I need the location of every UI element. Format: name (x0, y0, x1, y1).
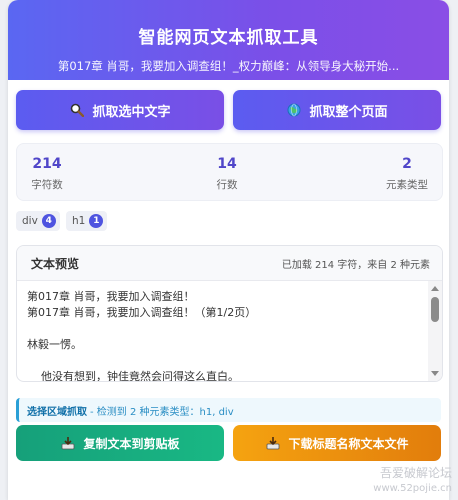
tag-name: h1 (72, 215, 86, 227)
preview-line: 第017章 肖哥，我要加入调查组！ (27, 290, 195, 303)
download-file-button[interactable]: 下载标题名称文本文件 (233, 425, 441, 461)
watermark-line2: www.52pojie.cn (373, 483, 452, 494)
grab-selected-label: 抓取选中文字 (92, 104, 171, 120)
header: 智能网页文本抓取工具 第017章 肖哥，我要加入调查组！_权力巅峰：从领导身大秘… (8, 0, 449, 80)
inbox-tray-icon (265, 435, 281, 451)
grab-page-button[interactable]: 抓取整个页面 (233, 90, 441, 130)
copy-text-button[interactable]: 复制文本到剪贴板 (16, 425, 224, 461)
page-subtitle: 第017章 肖哥，我要加入调查组！_权力巅峰：从领导身大秘开始... (57, 59, 400, 73)
stats-panel: 214 字符数 14 行数 2 元素类型 (16, 143, 443, 201)
preview-title: 文本预览 (31, 256, 80, 271)
tag-count: 1 (89, 214, 104, 228)
watermark-line1: 吾爱破解论坛 (379, 466, 452, 480)
preview-text[interactable]: 第017章 肖哥，我要加入调查组！ 第017章 肖哥，我要加入调查组！（第1/2… (17, 281, 426, 381)
watermark: 吾爱破解论坛 www.52pojie.cn (373, 466, 452, 496)
text-preview: 文本预览 已加载 214 字符，来自 2 种元素 第017章 肖哥，我要加入调查… (16, 245, 443, 382)
stat-label: 行数 (216, 179, 238, 191)
stat-value: 14 (217, 156, 237, 172)
action-button-row: 复制文本到剪贴板 下载标题名称文本文件 (16, 425, 441, 461)
magnifier-icon (69, 102, 85, 118)
preview-blank-line (27, 353, 416, 369)
tag-h1[interactable]: h1 1 (66, 211, 108, 231)
tag-count: 4 (41, 214, 56, 228)
inbox-tray-icon (60, 435, 76, 451)
tag-div[interactable]: div 4 (16, 211, 60, 231)
stat-element-types: 2 元素类型 (385, 156, 429, 192)
download-file-label: 下载标题名称文本文件 (288, 436, 409, 451)
tool-panel: 智能网页文本抓取工具 第017章 肖哥，我要加入调查组！_权力巅峰：从领导身大秘… (8, 0, 449, 500)
grab-selected-button[interactable]: 抓取选中文字 (16, 90, 224, 130)
status-detail: - 检测到 2 种元素类型：h1, div (90, 406, 234, 418)
stat-label: 元素类型 (386, 179, 428, 191)
preview-line: 他没有想到，钟佳竟然会问得这么直白。 (27, 370, 239, 381)
preview-info: 已加载 214 字符，来自 2 种元素 (281, 259, 430, 271)
stat-label: 字符数 (31, 179, 63, 191)
status-bar: 选择区域抓取 - 检测到 2 种元素类型：h1, div (16, 398, 441, 422)
tag-name: div (22, 215, 38, 227)
stat-lines: 14 行数 (212, 156, 242, 192)
status-mode: 选择区域抓取 (27, 406, 87, 418)
preview-line: 林毅一愣。 (27, 338, 82, 351)
scroll-up-arrow-icon[interactable] (431, 286, 439, 291)
preview-header: 文本预览 已加载 214 字符，来自 2 种元素 (17, 246, 442, 281)
preview-blank-line (27, 321, 416, 337)
stat-value: 214 (32, 156, 62, 172)
copy-text-label: 复制文本到剪贴板 (83, 436, 180, 451)
preview-line: 第017章 肖哥，我要加入调查组！（第1/2页） (27, 306, 257, 319)
preview-scrollbar[interactable] (428, 281, 442, 381)
globe-icon (286, 102, 302, 118)
grab-button-row: 抓取选中文字 抓取整个页面 (16, 90, 441, 130)
scroll-thumb[interactable] (431, 297, 439, 322)
stat-chars: 214 字符数 (31, 156, 63, 192)
app-title: 智能网页文本抓取工具 (138, 28, 319, 48)
grab-page-label: 抓取整个页面 (309, 104, 388, 120)
scroll-down-arrow-icon[interactable] (431, 371, 439, 376)
stat-value: 2 (402, 156, 412, 172)
